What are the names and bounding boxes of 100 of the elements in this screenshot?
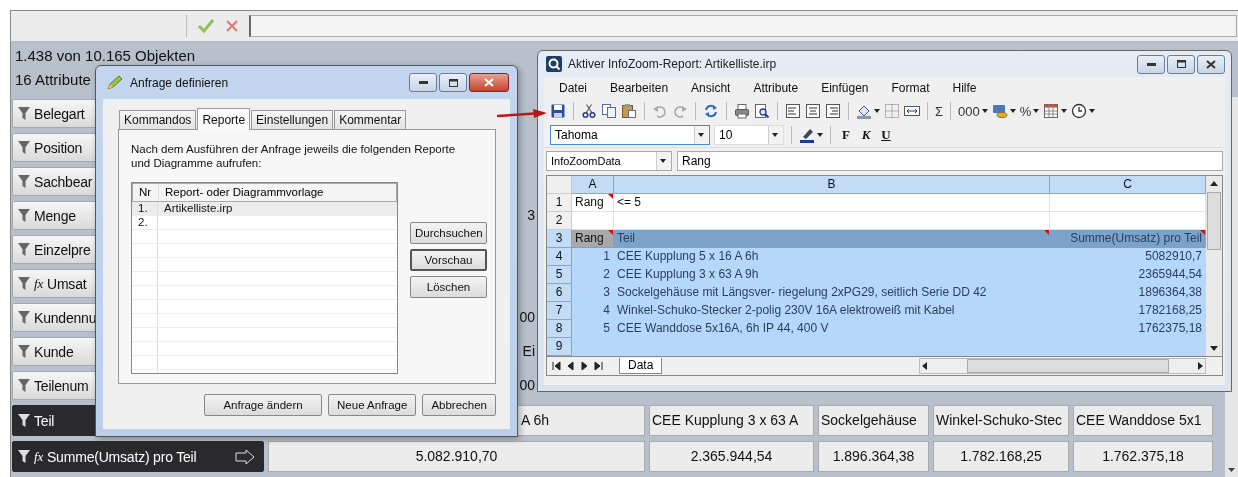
format-button[interactable]: F [838, 127, 854, 143]
attribute-label: Einzelpre [34, 241, 91, 258]
list-row[interactable]: 2. [132, 216, 397, 230]
align-left-icon[interactable] [785, 103, 801, 119]
row-header[interactable]: 8 [547, 320, 572, 338]
tab[interactable]: Kommentar [334, 110, 407, 129]
column-header[interactable]: A [572, 176, 614, 194]
column-header[interactable]: Report- oder Diagrammvorlage [159, 184, 396, 201]
row-header[interactable]: 7 [547, 302, 572, 320]
description-text: Nach dem Ausführen der Anfrage jeweils die folgenden Reporte und Diagramme aufrufen: [131, 142, 457, 170]
sheet-tab[interactable]: Data [619, 358, 663, 374]
coins-icon[interactable] [991, 103, 1008, 119]
preview-icon[interactable] [754, 103, 770, 119]
caret-icon[interactable] [874, 109, 880, 113]
caret-icon[interactable] [1033, 109, 1040, 113]
paste-icon[interactable] [621, 103, 637, 119]
formula-field[interactable] [249, 15, 1237, 37]
magnifier-icon [546, 56, 562, 72]
dialog-button[interactable]: Anfrage ändern [204, 394, 323, 416]
menu-item[interactable]: Ansicht [691, 81, 731, 95]
format-button[interactable]: U [878, 127, 894, 143]
font-size-dropdown[interactable]: 10 [714, 125, 784, 145]
close-button[interactable] [469, 73, 509, 92]
maximize-button[interactable] [1167, 54, 1195, 74]
sheet-cell: 1782168,25 [1050, 302, 1206, 320]
attribute-label: Summe(Umsatz) pro Teil [47, 448, 197, 465]
scrollbar-thumb[interactable] [1207, 192, 1221, 250]
dialog-button[interactable]: Abbrechen [422, 394, 496, 416]
minimize-icon [1146, 62, 1156, 66]
caret-icon[interactable] [660, 158, 666, 163]
caret-icon[interactable] [981, 109, 988, 113]
list-row[interactable]: 1. Artikelliste.irp [132, 202, 397, 216]
save-icon[interactable] [550, 103, 566, 119]
refresh-icon[interactable] [703, 103, 719, 119]
row-header[interactable]: 9 [547, 338, 572, 356]
tab[interactable]: Kommandos [119, 110, 197, 129]
clock-icon[interactable] [1071, 103, 1088, 119]
caret-icon[interactable] [1009, 109, 1016, 113]
dialog-button[interactable]: Löschen [410, 276, 487, 298]
formula-field[interactable]: Rang [677, 150, 1223, 171]
template-name: Artikelliste.irp [163, 202, 234, 215]
caret-icon[interactable] [1089, 109, 1096, 113]
cut-icon[interactable] [581, 103, 597, 119]
format-button[interactable]: K [858, 127, 874, 143]
copy-icon[interactable] [601, 103, 617, 119]
horizontal-scrollbar[interactable] [919, 358, 1206, 374]
dialog-button[interactable]: Vorschau [410, 249, 487, 271]
dialog-button[interactable]: Durchsuchen [410, 222, 487, 244]
row-header[interactable]: 1 [547, 194, 572, 212]
align-center-icon[interactable] [805, 103, 821, 119]
attribute-label: Umsat [47, 275, 87, 292]
sheet-cell: Rang [572, 230, 614, 248]
sort-icon[interactable] [235, 448, 255, 465]
data-cell-text: 00 [518, 376, 535, 395]
data-cell: 5.082.910,70 [268, 441, 645, 472]
scroll-right-icon[interactable] [1195, 361, 1205, 371]
formula-icon: fx [34, 275, 43, 292]
checkmark-icon[interactable] [197, 18, 215, 34]
font-dropdown[interactable]: Tahoma [550, 125, 710, 145]
menu-item[interactable]: Attribute [753, 81, 799, 95]
caret-icon[interactable] [772, 133, 778, 137]
attribute-label: Position [34, 139, 83, 156]
toolbar-button[interactable]: % [1019, 103, 1032, 119]
caret-icon[interactable] [817, 133, 823, 137]
paint-bucket-icon[interactable] [856, 103, 872, 119]
toolbar-button[interactable]: Σ [935, 103, 944, 119]
filter-icon [18, 450, 30, 463]
menu-item[interactable]: Format [891, 81, 930, 95]
minimize-button[interactable] [409, 73, 437, 92]
column-header[interactable]: C [1050, 176, 1206, 194]
table-format-icon[interactable] [1043, 103, 1060, 119]
toolbar-button[interactable]: 000 [958, 103, 980, 119]
menu-item[interactable]: Bearbeiten [610, 81, 669, 95]
data-cell: 1.896.364,38 [818, 441, 929, 472]
scroll-down-icon[interactable] [1228, 468, 1235, 472]
row-header[interactable]: 5 [547, 266, 572, 284]
column-header[interactable]: Nr [133, 184, 159, 201]
caret-icon[interactable] [1061, 109, 1068, 113]
tab[interactable]: Reporte [197, 108, 251, 130]
minimize-button[interactable] [1137, 54, 1165, 74]
row-header[interactable]: 2 [547, 212, 572, 230]
dialog-button[interactable]: Neue Anfrage [328, 394, 417, 416]
menu-item[interactable]: Einfügen [821, 81, 869, 95]
caret-icon[interactable] [698, 133, 704, 137]
print-icon[interactable] [734, 103, 750, 119]
highlighter-icon[interactable] [799, 127, 815, 143]
row-header[interactable]: 3 [547, 230, 572, 248]
merge-cells-icon[interactable] [904, 103, 920, 119]
attribute-button[interactable]: fx Summe(Umsatz) pro Teil [12, 441, 264, 472]
maximize-button[interactable] [439, 73, 467, 92]
close-button[interactable] [1197, 54, 1225, 74]
align-right-icon[interactable] [825, 103, 841, 119]
menu-item[interactable]: Datei [559, 81, 587, 95]
menu-item[interactable]: Hilfe [952, 81, 977, 95]
name-box[interactable]: InfoZoomData [546, 150, 672, 171]
row-header[interactable]: 6 [547, 284, 572, 302]
row-header[interactable]: 4 [547, 248, 572, 266]
column-header[interactable]: B [614, 176, 1050, 194]
tab[interactable]: Einstellungen [251, 110, 334, 129]
scroll-left-icon[interactable] [920, 361, 930, 371]
